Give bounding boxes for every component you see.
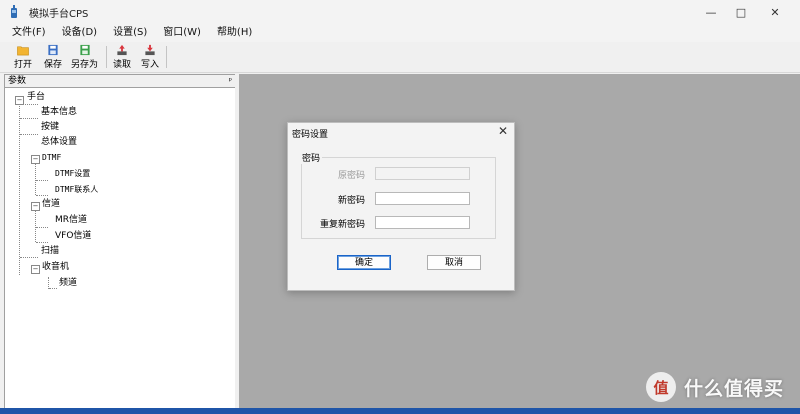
menu-device[interactable]: 设备(D): [54, 24, 106, 42]
parameter-panel: 参数 ᵖ − 手台 基本信息 按键 总体设置 − DTMF DTMF设置 DTM…: [4, 74, 236, 408]
save-as-button[interactable]: 另存为: [71, 44, 98, 70]
watermark: 值 什么值得买: [645, 372, 784, 402]
open-button[interactable]: 打开: [14, 44, 32, 70]
tree-node-root[interactable]: 手台: [27, 91, 45, 104]
tree-line: [36, 195, 48, 196]
floppy-icon: [48, 44, 58, 56]
floppy-green-icon: [79, 44, 90, 56]
tree-line: [36, 180, 48, 181]
tree-node-dtmf-contacts[interactable]: DTMF联系人: [55, 183, 98, 196]
tree-line: [36, 227, 48, 228]
minimize-icon[interactable]: —: [696, 0, 726, 24]
tree-line: [35, 163, 36, 195]
watermark-text: 什么值得买: [683, 377, 784, 400]
password-dialog: 密码设置 ✕ 密码 原密码 新密码 重复新密码 确定 取消: [287, 122, 515, 291]
app-icon: [11, 5, 17, 18]
new-password-field[interactable]: [375, 192, 470, 205]
collapse-icon[interactable]: −: [15, 96, 24, 105]
tree-line: [36, 242, 48, 243]
tree-node-scan[interactable]: 扫描: [41, 245, 59, 258]
read-device-icon: [117, 44, 127, 56]
toolbar-separator: [166, 46, 167, 68]
window-title: 模拟手台CPS: [29, 9, 89, 20]
tree-line: [35, 210, 36, 242]
dialog-title: 密码设置: [292, 130, 329, 140]
tree-node-mr-channel[interactable]: MR信道: [55, 214, 87, 227]
folder-icon: [17, 46, 29, 56]
app-window: 模拟手台CPS — □ ✕ 文件(F) 设备(D) 设置(S) 窗口(W) 帮助…: [0, 0, 800, 408]
pin-icon[interactable]: ᵖ: [229, 76, 232, 85]
menu-bar: 文件(F) 设备(D) 设置(S) 窗口(W) 帮助(H): [0, 24, 800, 42]
tree-node-dtmf[interactable]: DTMF: [42, 151, 61, 164]
menu-file[interactable]: 文件(F): [0, 24, 54, 42]
menu-help[interactable]: 帮助(H): [209, 24, 260, 42]
tree-line: [49, 288, 57, 289]
save-button[interactable]: 保存: [44, 44, 62, 70]
desktop-taskbar: [0, 408, 800, 414]
tree-node-general[interactable]: 总体设置: [41, 136, 77, 149]
parameter-tree: − 手台 基本信息 按键 总体设置 − DTMF DTMF设置 DTMF联系人 …: [5, 89, 235, 408]
close-icon[interactable]: ✕: [760, 0, 790, 24]
tree-line: [20, 134, 38, 135]
open-label: 打开: [14, 60, 33, 70]
read-button[interactable]: 读取: [113, 44, 131, 70]
old-password-label: 原密码: [337, 171, 365, 181]
tree-line: [20, 118, 38, 119]
tree-line: [19, 102, 20, 275]
panel-header: 参数 ᵖ: [5, 75, 235, 88]
tree-node-dtmf-settings[interactable]: DTMF设置: [55, 167, 90, 180]
panel-title: 参数: [8, 76, 27, 86]
dialog-close-icon[interactable]: ✕: [498, 124, 508, 138]
repeat-password-field[interactable]: [375, 216, 470, 229]
write-button[interactable]: 写入: [141, 44, 159, 70]
collapse-icon[interactable]: −: [31, 265, 40, 274]
tree-node-frequency[interactable]: 频道: [59, 277, 77, 290]
save-as-label: 另存为: [71, 60, 99, 70]
ok-button[interactable]: 确定: [337, 255, 391, 270]
title-bar: 模拟手台CPS — □ ✕: [0, 0, 800, 24]
tree-line: [20, 257, 38, 258]
collapse-icon[interactable]: −: [31, 202, 40, 211]
menu-settings[interactable]: 设置(S): [105, 24, 155, 42]
tree-node-channels[interactable]: 信道: [42, 198, 60, 211]
repeat-password-label: 重复新密码: [319, 220, 365, 230]
old-password-field: [375, 167, 470, 180]
read-label: 读取: [113, 60, 132, 70]
watermark-badge: 值: [645, 372, 676, 402]
collapse-icon[interactable]: −: [31, 155, 40, 164]
maximize-icon[interactable]: □: [726, 0, 756, 24]
toolbar-separator: [106, 46, 107, 68]
save-label: 保存: [44, 60, 63, 70]
toolbar: 打开 保存 另存为 读取 写入: [0, 42, 800, 73]
write-label: 写入: [141, 60, 160, 70]
group-label: 密码: [300, 151, 323, 164]
cancel-button[interactable]: 取消: [427, 255, 481, 270]
tree-node-basic-info[interactable]: 基本信息: [41, 106, 77, 119]
new-password-label: 新密码: [337, 196, 365, 206]
tree-node-keys[interactable]: 按键: [41, 121, 59, 134]
write-device-icon: [145, 44, 155, 56]
tree-node-radio[interactable]: 收音机: [42, 261, 69, 274]
menu-window[interactable]: 窗口(W): [155, 24, 209, 42]
tree-node-vfo-channel[interactable]: VFO信道: [55, 230, 91, 243]
